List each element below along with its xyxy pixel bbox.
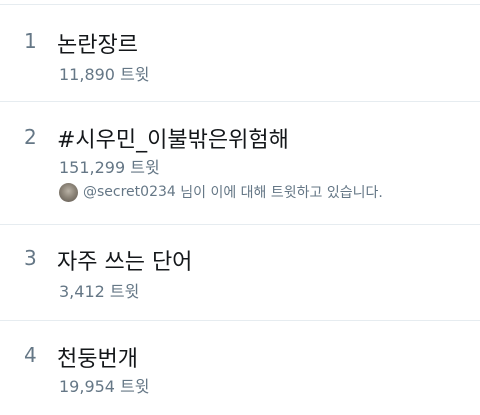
trend-title[interactable]: #시우민_이불밖은위험해 — [57, 122, 289, 154]
trend-rank: 1 — [24, 29, 37, 53]
trend-tweet-count: 151,299 트윗 — [59, 158, 160, 177]
trend-item-3[interactable]: 3 자주 쓰는 단어 3,412 트윗 — [0, 225, 480, 320]
trend-rank: 4 — [24, 343, 37, 367]
trend-context: @secret0234 님이 이에 대해 트윗하고 있습니다. — [59, 181, 383, 203]
trend-tweet-count: 3,412 트윗 — [59, 282, 140, 301]
trend-rank: 2 — [24, 125, 37, 149]
trends-list: 1 논란장르 11,890 트윗 2 #시우민_이불밖은위험해 151,299 … — [0, 0, 480, 415]
trend-rank: 3 — [24, 246, 37, 270]
trend-title[interactable]: 논란장르 — [57, 27, 138, 59]
trend-item-2[interactable]: 2 #시우민_이불밖은위험해 151,299 트윗 @secret0234 님이… — [0, 102, 480, 224]
trend-tweet-count: 11,890 트윗 — [59, 65, 150, 84]
context-handle[interactable]: @secret0234 — [83, 184, 176, 200]
trend-title[interactable]: 천둥번개 — [57, 341, 138, 373]
avatar[interactable] — [59, 182, 78, 202]
trend-title[interactable]: 자주 쓰는 단어 — [57, 244, 192, 276]
context-text: 님이 이에 대해 트윗하고 있습니다. — [175, 185, 383, 201]
trend-tweet-count: 19,954 트윗 — [59, 377, 150, 396]
trend-item-4[interactable]: 4 천둥번개 19,954 트윗 — [0, 321, 480, 415]
trend-item-1[interactable]: 1 논란장르 11,890 트윗 — [0, 5, 480, 101]
